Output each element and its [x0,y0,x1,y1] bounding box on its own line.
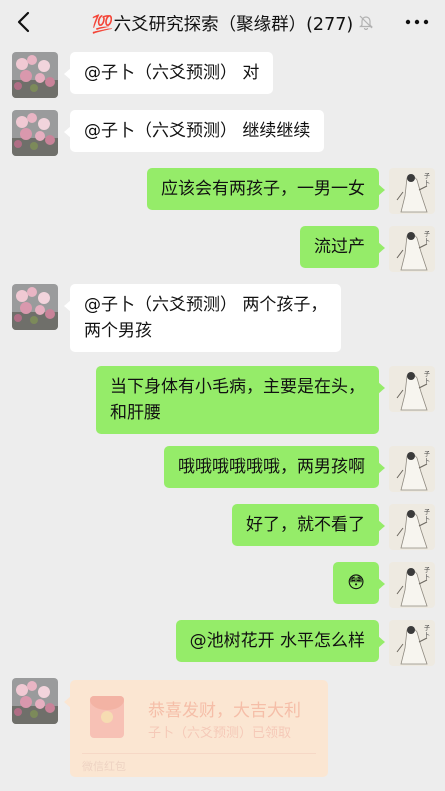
red-packet-card[interactable]: 恭喜发财，大吉大利 子卜（六爻预测）已领取 微信红包 [64,680,328,777]
self-avatar[interactable]: 子 卜 [389,620,435,666]
message-text: @池树花开 水平怎么样 [189,631,365,651]
red-packet-footer: 微信红包 [82,760,126,773]
svg-text:子: 子 [424,371,430,378]
message-bubble-outgoing[interactable]: 当下身体有小毛病，主要是在头， 和肝腰 [96,366,385,434]
more-icon [405,19,429,25]
message-text: 应该会有两孩子，一男一女 [161,179,365,199]
message-text: 流过产 [314,237,365,257]
message-bubble-outgoing[interactable]: @池树花开 水平怎么样 [175,620,386,662]
sender-avatar[interactable] [12,284,58,330]
message-text: @子卜（六爻预测） 对 [84,63,260,83]
svg-text:子: 子 [424,173,430,180]
svg-text:卜: 卜 [424,516,430,523]
emoji-flushed: 😳 [347,573,365,593]
svg-text:卜: 卜 [424,574,430,581]
message-text: 两个男孩 [84,321,152,341]
self-avatar[interactable]: 子 卜 [389,168,435,214]
mute-bell-icon [358,14,374,31]
message-bubble-outgoing[interactable]: 应该会有两孩子，一男一女 [147,168,385,210]
sender-avatar[interactable] [12,678,58,724]
message-bubble-incoming[interactable]: @子卜（六爻预测） 继续继续 [63,110,325,152]
sender-avatar[interactable] [12,110,58,156]
message-text: 好了，就不看了 [246,515,365,535]
message-text: 哦哦哦哦哦哦，两男孩啊 [178,457,365,477]
self-avatar[interactable]: 子 卜 [389,562,435,608]
message-text: 和肝腰 [110,403,161,423]
chat-header: 💯六爻研究探索（聚缘群）(277) [0,0,445,46]
self-avatar[interactable]: 子 卜 [389,366,435,412]
svg-text:子: 子 [424,509,430,516]
svg-text:卜: 卜 [424,180,430,187]
message-bubble-outgoing[interactable]: 好了，就不看了 [232,504,385,546]
svg-text:卜: 卜 [424,378,430,385]
message-bubble-outgoing[interactable]: 😳 [333,562,385,604]
more-options-button[interactable] [400,8,434,36]
svg-text:子: 子 [424,567,430,574]
red-packet-title: 恭喜发财，大吉大利 [148,701,301,721]
svg-text:子: 子 [424,451,430,458]
message-bubble-outgoing[interactable]: 流过产 [300,226,385,268]
svg-text:卜: 卜 [424,632,430,639]
message-text: 当下身体有小毛病，主要是在头， [110,377,365,397]
sender-avatar[interactable] [12,52,58,98]
message-bubble-incoming[interactable]: @子卜（六爻预测） 两个孩子， 两个男孩 [63,284,342,352]
svg-text:卜: 卜 [424,458,430,465]
self-avatar[interactable]: 子 卜 [389,504,435,550]
message-text: @子卜（六爻预测） 继续继续 [84,121,311,141]
divider [82,753,316,754]
chat-title: 💯六爻研究探索（聚缘群）(277) [91,15,354,35]
svg-text:卜: 卜 [424,238,430,245]
self-avatar[interactable]: 子 卜 [389,446,435,492]
red-packet-icon [90,696,124,738]
svg-text:子: 子 [424,231,430,238]
red-packet-status: 子卜（六爻预测）已领取 [148,726,292,741]
message-bubble-incoming[interactable]: @子卜（六爻预测） 对 [63,52,274,94]
message-bubble-outgoing[interactable]: 哦哦哦哦哦哦，两男孩啊 [164,446,385,488]
self-avatar[interactable]: 子 卜 [389,226,435,272]
message-text: @子卜（六爻预测） 两个孩子， [84,295,328,315]
svg-text:子: 子 [424,625,430,632]
